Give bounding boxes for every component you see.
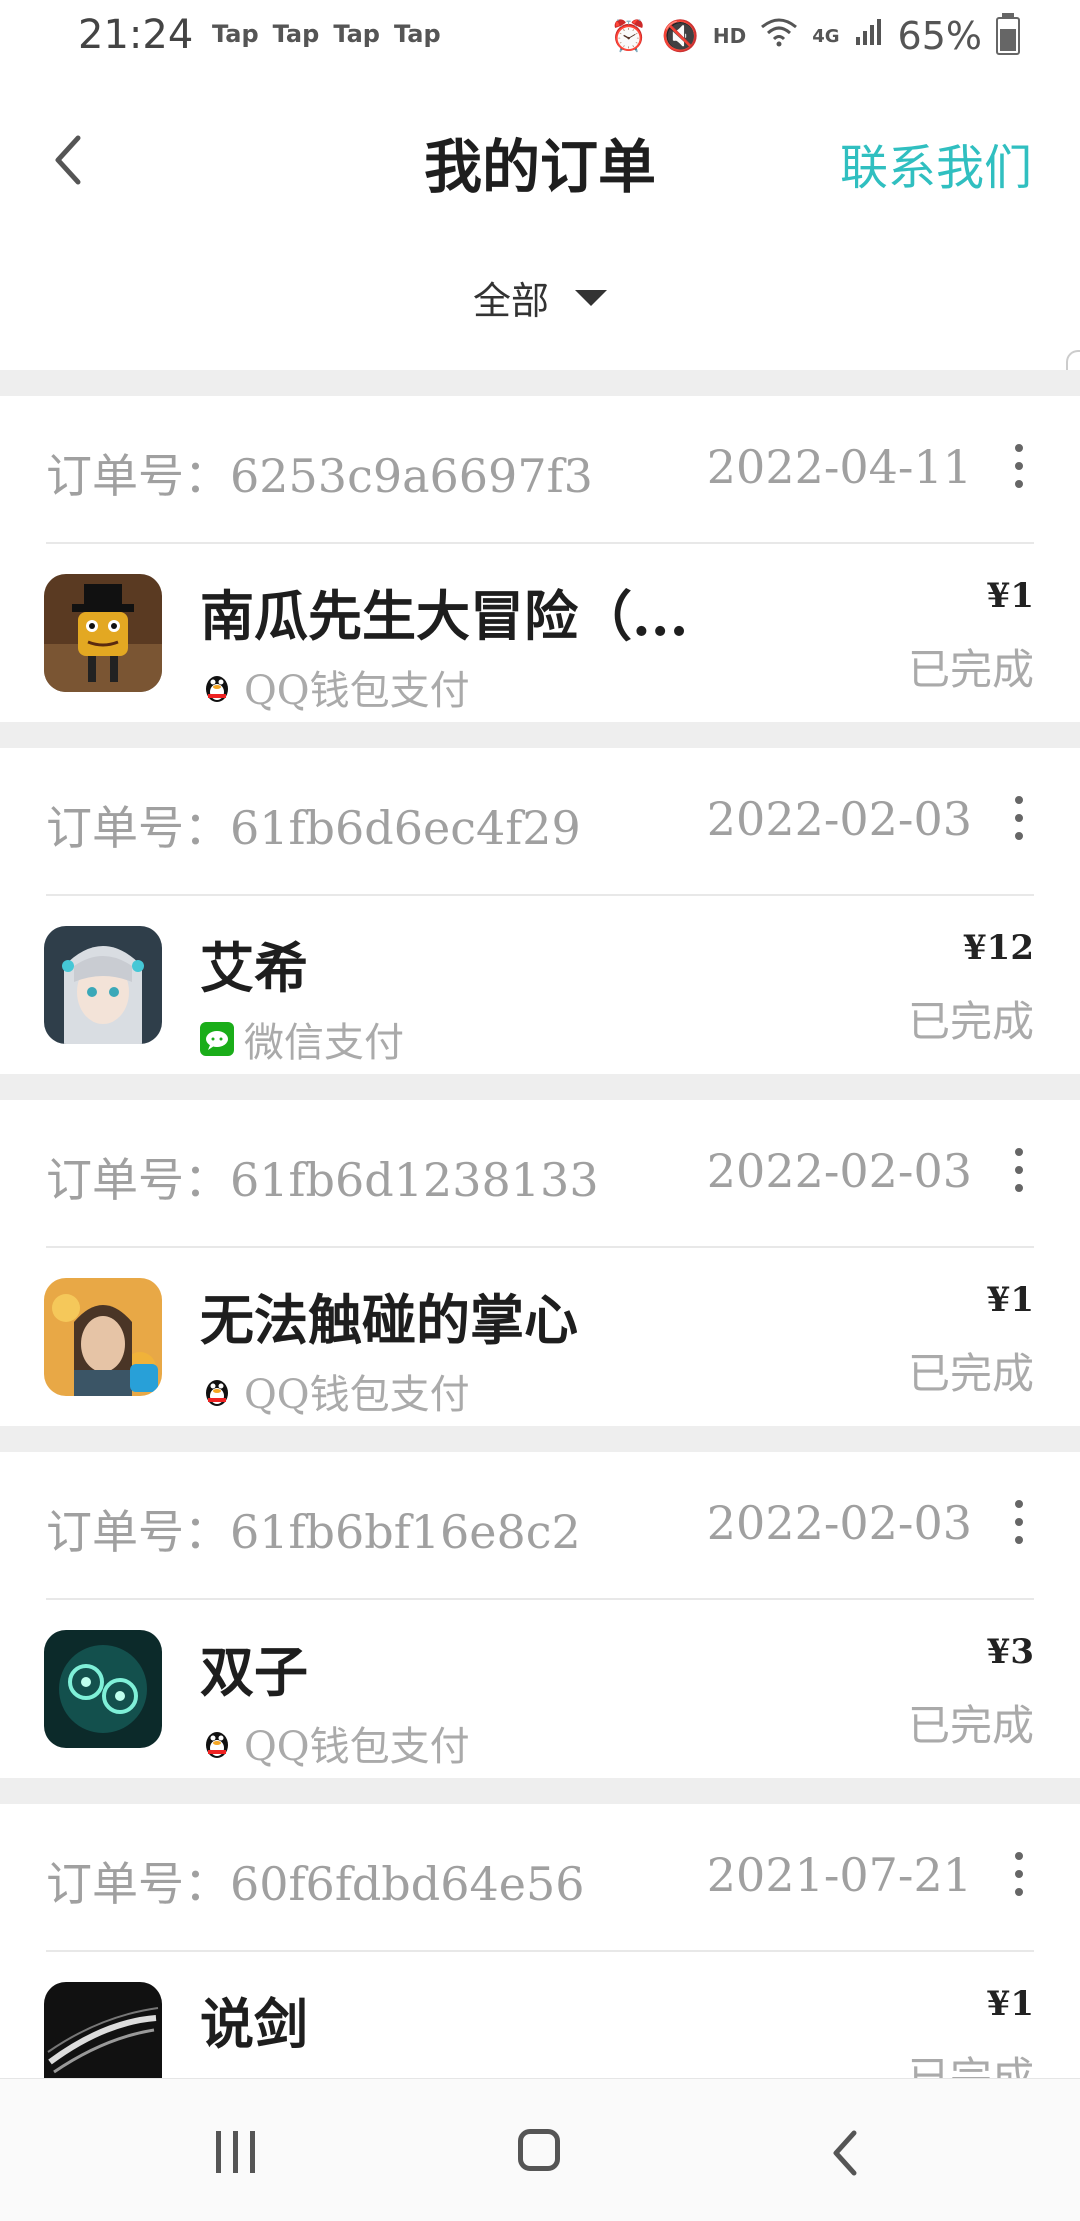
order-number: 订单号：61fb6d1238133: [46, 1153, 599, 1207]
order-number: 订单号：6253c9a6697f3: [46, 449, 593, 503]
payment-method: QQ钱包支付: [200, 658, 470, 716]
qq-penguin-icon: [200, 670, 234, 704]
order-status: 已完成: [907, 1701, 1034, 1750]
divider: [0, 370, 1080, 396]
order-number: 订单号：61fb6bf16e8c2: [46, 1505, 581, 1559]
order-header: 订单号：61fb6bf16e8c2 2022-02-03: [46, 1452, 1034, 1600]
app-name: 艾希: [200, 936, 308, 1000]
more-options-button[interactable]: [1004, 1140, 1034, 1200]
order-card[interactable]: 订单号：61fb6bf16e8c2 2022-02-03 双子 QQ钱包支付 ¥…: [0, 1452, 1080, 1778]
order-card[interactable]: 订单号：61fb6d6ec4f29 2022-02-03 艾希 微信支付 ¥12…: [0, 748, 1080, 1074]
more-options-button[interactable]: [1004, 1492, 1034, 1552]
system-nav-bar: [0, 2078, 1080, 2221]
more-options-button[interactable]: [1004, 436, 1034, 496]
order-filter-dropdown[interactable]: 全部: [0, 270, 1080, 325]
order-status: 已完成: [907, 1349, 1034, 1398]
payment-label: QQ钱包支付: [244, 668, 470, 714]
order-date: 2022-04-11: [706, 440, 972, 494]
order-price: ¥12: [963, 928, 1034, 968]
order-price: ¥1: [986, 576, 1034, 616]
qq-penguin-icon: [200, 1726, 234, 1760]
game-icon: [44, 1630, 162, 1748]
payment-label: QQ钱包支付: [244, 1724, 470, 1770]
app-name: 双子: [200, 1640, 308, 1704]
divider: [0, 722, 1080, 748]
payment-method: 微信支付: [200, 1010, 404, 1068]
home-button[interactable]: [518, 2129, 560, 2171]
payment-label: QQ钱包支付: [244, 1372, 470, 1418]
order-status: 已完成: [907, 2053, 1034, 2078]
contact-us-link[interactable]: 联系我们: [840, 128, 1032, 198]
order-number: 订单号：60f6fdbd64e56: [46, 1857, 585, 1911]
game-icon: [44, 574, 162, 692]
qq-penguin-icon: [200, 1374, 234, 1408]
divider: [0, 1426, 1080, 1452]
order-price: ¥1: [986, 1280, 1034, 1320]
wechat-icon: [200, 1022, 234, 1056]
more-options-button[interactable]: [1004, 788, 1034, 848]
order-card[interactable]: 订单号：60f6fdbd64e56 2021-07-21 说剑 QQ钱包支付: [0, 1804, 1080, 2078]
filter-selected-label: 全部: [472, 279, 549, 323]
app-name: 无法触碰的掌心: [200, 1288, 578, 1352]
order-price: ¥3: [986, 1632, 1034, 1672]
app-name: 南瓜先生大冒险（...: [200, 584, 689, 648]
caret-down-icon: [575, 289, 607, 306]
app-name: 说剑: [200, 1992, 308, 2056]
game-icon: [44, 1982, 162, 2078]
divider: [0, 1074, 1080, 1100]
order-date: 2022-02-03: [706, 1496, 972, 1550]
game-icon: [44, 1278, 162, 1396]
order-card[interactable]: 订单号：6253c9a6697f3 2022-04-11 南瓜先生大冒险（...…: [0, 396, 1080, 722]
order-date: 2021-07-21: [706, 1848, 972, 1902]
order-header: 订单号：61fb6d1238133 2022-02-03: [46, 1100, 1034, 1248]
payment-label: QQ钱包支付: [244, 2066, 470, 2078]
header: 我的订单 联系我们: [0, 80, 1080, 240]
order-header: 订单号：60f6fdbd64e56 2021-07-21: [46, 1804, 1034, 1952]
order-number: 订单号：61fb6d6ec4f29: [46, 801, 581, 855]
payment-method: QQ钱包支付: [200, 1362, 470, 1420]
order-status: 已完成: [907, 997, 1034, 1046]
more-options-button[interactable]: [1004, 1844, 1034, 1904]
game-icon: [44, 926, 162, 1044]
payment-method: QQ钱包支付: [200, 2066, 470, 2078]
payment-label: 微信支付: [244, 1020, 404, 1066]
order-header: 订单号：6253c9a6697f3 2022-04-11: [46, 396, 1034, 544]
order-price: ¥1: [986, 1984, 1034, 2024]
order-header: 订单号：61fb6d6ec4f29 2022-02-03: [46, 748, 1034, 896]
divider: [0, 1778, 1080, 1804]
order-card[interactable]: 订单号：61fb6d1238133 2022-02-03 无法触碰的掌心 QQ钱…: [0, 1100, 1080, 1426]
nav-back-button[interactable]: [826, 2127, 866, 2179]
order-list: 订单号：6253c9a6697f3 2022-04-11 南瓜先生大冒险（...…: [0, 370, 1080, 2078]
order-status: 已完成: [907, 645, 1034, 694]
order-date: 2022-02-03: [706, 792, 972, 846]
order-date: 2022-02-03: [706, 1144, 972, 1198]
payment-method: QQ钱包支付: [200, 1714, 470, 1772]
recents-button[interactable]: [216, 2131, 255, 2173]
